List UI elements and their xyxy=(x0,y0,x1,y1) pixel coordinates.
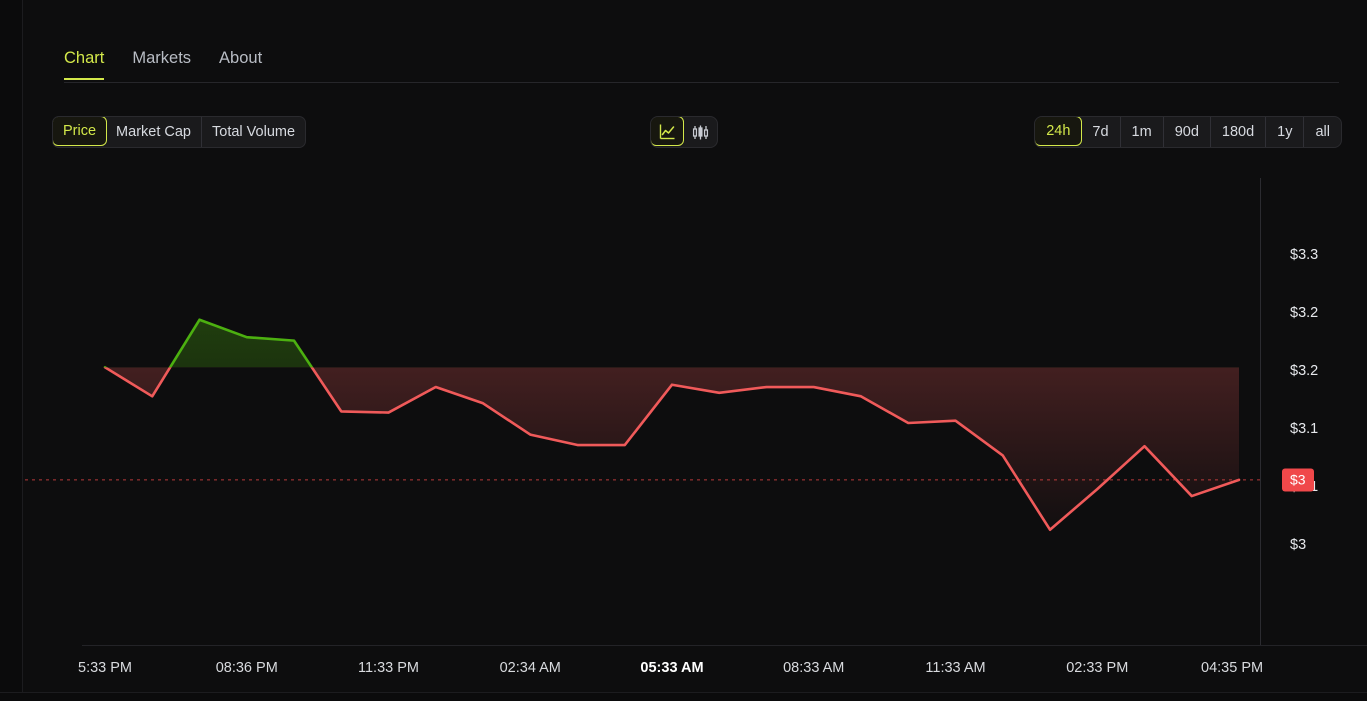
time-range-group: 24h 7d 1m 90d 180d 1y all xyxy=(1034,116,1342,148)
metric-option-price[interactable]: Price xyxy=(53,117,108,146)
price-chart[interactable]: $3.3$3.2$3.2$3.1$3.1$3$3 xyxy=(22,170,1367,650)
x-axis-labels: 5:33 PM 08:36 PM 11:33 PM 02:34 AM 05:33 AM 0… xyxy=(22,660,1367,688)
candlestick-chart-icon xyxy=(692,124,709,141)
metric-option-total-volume[interactable]: Total Volume xyxy=(202,117,305,147)
page-left-gutter xyxy=(0,0,23,701)
page-bottom-gutter xyxy=(0,692,1367,701)
x-axis-tick: 05:33 AM xyxy=(640,660,704,676)
chart-controls: Price Market Cap Total Volume 24h 7d 1m … xyxy=(52,116,1342,148)
price-series xyxy=(25,318,1260,532)
y-axis-tick: $3 xyxy=(1290,536,1307,553)
metric-option-market-cap[interactable]: Market Cap xyxy=(106,117,202,147)
x-axis-tick: 08:36 PM xyxy=(215,660,278,676)
metric-toggle-group: Price Market Cap Total Volume xyxy=(52,116,307,148)
range-option-1y[interactable]: 1y xyxy=(1266,117,1305,147)
range-option-1m[interactable]: 1m xyxy=(1121,117,1164,147)
line-chart-icon xyxy=(659,123,676,140)
x-axis-tick: 08:33 AM xyxy=(783,660,845,676)
range-option-90d[interactable]: 90d xyxy=(1164,117,1211,147)
y-axis-tick: $3.2 xyxy=(1290,362,1319,379)
x-axis-tick: 04:35 PM xyxy=(1201,660,1264,676)
y-axis-tick: $3.1 xyxy=(1290,420,1319,437)
y-axis-tick: $3.3 xyxy=(1290,246,1319,263)
x-axis-tick: 11:33 AM xyxy=(925,660,986,676)
chart-type-toggle-group xyxy=(650,116,718,148)
x-axis-tick: 5:33 PM xyxy=(78,660,132,676)
x-axis-tick: 02:33 PM xyxy=(1066,660,1129,676)
y-axis-line xyxy=(1260,178,1261,646)
tab-about[interactable]: About xyxy=(219,48,262,79)
plot-region[interactable] xyxy=(22,170,1260,646)
x-axis-tick: 02:34 AM xyxy=(499,660,561,676)
range-option-7d[interactable]: 7d xyxy=(1081,117,1121,147)
crypto-chart-page: Chart Markets About Price Market Cap Tot… xyxy=(0,0,1367,701)
chart-type-line-button[interactable] xyxy=(651,117,684,146)
range-option-24h[interactable]: 24h xyxy=(1035,117,1083,146)
range-option-all[interactable]: all xyxy=(1304,117,1341,147)
tab-markets[interactable]: Markets xyxy=(132,48,191,79)
y-axis-labels: $3.3$3.2$3.2$3.1$3.1$3$3 xyxy=(1270,170,1367,650)
section-tabs: Chart Markets About xyxy=(64,48,1339,83)
range-option-180d[interactable]: 180d xyxy=(1211,117,1267,147)
x-axis-tick: 11:33 PM xyxy=(358,660,419,676)
chart-type-candlestick-button[interactable] xyxy=(683,117,717,147)
x-axis-line xyxy=(82,645,1367,646)
y-axis-tick: $3.2 xyxy=(1290,304,1319,321)
tab-chart[interactable]: Chart xyxy=(64,48,105,80)
current-price-badge: $3 xyxy=(1282,468,1314,492)
